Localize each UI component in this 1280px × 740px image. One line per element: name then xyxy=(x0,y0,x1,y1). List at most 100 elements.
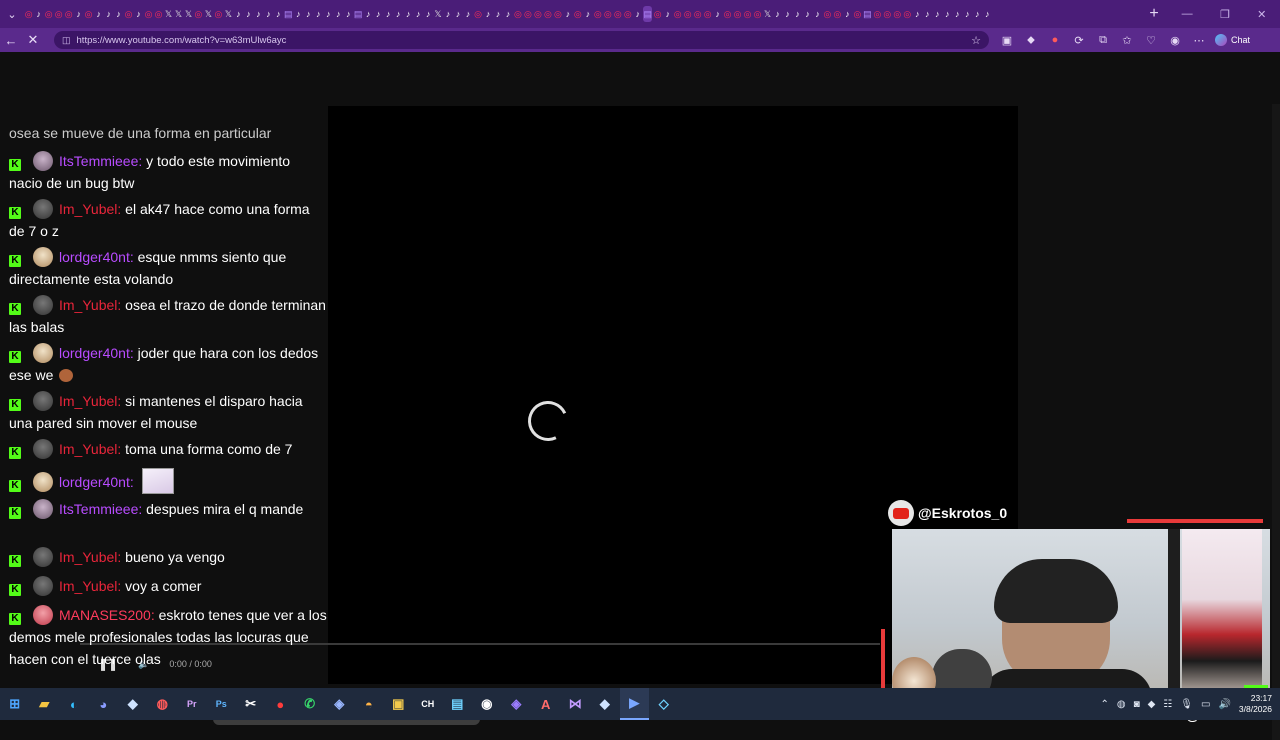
youtube-tab-icon[interactable]: ◎ xyxy=(853,6,862,22)
youtube-tab-icon[interactable]: ◎ xyxy=(54,6,63,22)
youtube-tab-icon[interactable]: ◎ xyxy=(593,6,602,22)
youtube-tab-icon[interactable]: ◎ xyxy=(893,6,902,22)
youtube-tab-icon[interactable]: ◎ xyxy=(124,6,133,22)
youtube-tab-icon[interactable]: ◎ xyxy=(543,6,552,22)
tiktok-tab-icon[interactable]: ♪ xyxy=(94,6,103,22)
youtube-tab-icon[interactable]: ◎ xyxy=(703,6,712,22)
tiktok-tab-icon[interactable]: ♪ xyxy=(393,6,402,22)
chat-avatar[interactable] xyxy=(33,247,53,267)
extension-icon[interactable]: ⟳ xyxy=(1067,34,1091,47)
youtube-tab-icon[interactable]: ◎ xyxy=(553,6,562,22)
network-icon[interactable]: ☷ xyxy=(1163,699,1172,710)
tiktok-tab-icon[interactable]: ♪ xyxy=(134,6,143,22)
tiktok-tab-icon[interactable]: ♪ xyxy=(563,6,572,22)
tiktok-tab-icon[interactable]: ♪ xyxy=(713,6,722,22)
discord-tray-icon[interactable]: ◙ xyxy=(1134,699,1140,710)
youtube-tab-icon[interactable]: ◎ xyxy=(743,6,752,22)
tiktok-tab-icon[interactable]: ♪ xyxy=(383,6,392,22)
start-icon[interactable]: ⊞ xyxy=(0,688,30,720)
chat-avatar[interactable] xyxy=(33,499,53,519)
tiktok-tab-icon[interactable]: ♪ xyxy=(403,6,412,22)
youtube-tab-icon[interactable]: ◎ xyxy=(823,6,832,22)
tiktok-tab-icon[interactable]: ♪ xyxy=(34,6,43,22)
tiktok-tab-icon[interactable]: ♪ xyxy=(304,6,313,22)
chrome-dev-icon[interactable]: CH xyxy=(413,688,443,720)
tiktok-tab-icon[interactable]: ♪ xyxy=(314,6,323,22)
tiktok-tab-icon[interactable]: ♪ xyxy=(943,6,952,22)
chat-username[interactable]: Im_Yubel: xyxy=(59,441,121,457)
chat-username[interactable]: Im_Yubel: xyxy=(59,549,121,565)
chat-username[interactable]: ItsTemmieee: xyxy=(59,153,142,169)
tiktok-tab-icon[interactable]: ♪ xyxy=(843,6,852,22)
steam-tray-icon[interactable]: ◆ xyxy=(1148,699,1156,710)
tiktok-tab-icon[interactable]: ♪ xyxy=(913,6,922,22)
whatsapp-icon[interactable]: ✆ xyxy=(295,688,325,720)
x-tab-icon[interactable]: 𝕏 xyxy=(174,6,183,22)
chat-avatar[interactable] xyxy=(33,439,53,459)
chat-username[interactable]: lordger40nt: xyxy=(59,474,134,490)
edge-icon[interactable]: ◐ xyxy=(59,688,89,720)
x-tab-icon[interactable]: 𝕏 xyxy=(224,6,233,22)
youtube-tab-icon[interactable]: ◎ xyxy=(833,6,842,22)
volume-tray-icon[interactable]: 🔊 xyxy=(1218,699,1230,710)
tiktok-tab-icon[interactable]: ♪ xyxy=(443,6,452,22)
tiktok-tab-icon[interactable]: ♪ xyxy=(773,6,782,22)
tiktok-tab-icon[interactable]: ♪ xyxy=(963,6,972,22)
premiere-icon[interactable]: Pr xyxy=(177,688,207,720)
tiktok-tab-icon[interactable]: ♪ xyxy=(294,6,303,22)
tab-search-icon[interactable]: ⌄ xyxy=(0,0,24,28)
youtube-tab-icon[interactable]: ◎ xyxy=(723,6,732,22)
youtube-tab-icon[interactable]: ◎ xyxy=(613,6,622,22)
record-icon[interactable]: ● xyxy=(266,688,296,720)
chat-username[interactable]: Im_Yubel: xyxy=(59,297,121,313)
youtube-tab-icon[interactable]: ◎ xyxy=(753,6,762,22)
back-icon[interactable]: ← xyxy=(0,33,22,48)
tiktok-tab-icon[interactable]: ♪ xyxy=(483,6,492,22)
close-icon[interactable]: ✕ xyxy=(1257,8,1266,21)
tiktok-tab-icon[interactable]: ♪ xyxy=(74,6,83,22)
obs-icon[interactable]: ◉ xyxy=(472,688,502,720)
chat-avatar[interactable] xyxy=(33,151,53,171)
tiktok-tab-icon[interactable]: ♪ xyxy=(324,6,333,22)
x-tab-icon[interactable]: 𝕏 xyxy=(184,6,193,22)
tiktok-tab-icon[interactable]: ♪ xyxy=(813,6,822,22)
twitch-tab-icon[interactable]: ▤ xyxy=(284,6,293,22)
extension-icon[interactable]: ▣ xyxy=(995,34,1019,47)
chat-avatar[interactable] xyxy=(33,472,53,492)
youtube-tab-icon[interactable]: ◎ xyxy=(214,6,223,22)
site-info-icon[interactable]: ◫ xyxy=(62,35,71,46)
file-explorer-icon[interactable]: ▰ xyxy=(30,688,60,720)
tiktok-tab-icon[interactable]: ♪ xyxy=(234,6,243,22)
tiktok-tab-icon[interactable]: ♪ xyxy=(264,6,273,22)
acrobat-icon[interactable]: A xyxy=(531,688,561,720)
youtube-tab-icon[interactable]: ◎ xyxy=(693,6,702,22)
wallpaper-icon[interactable]: ▤ xyxy=(443,688,473,720)
chat-username[interactable]: Im_Yubel: xyxy=(59,393,121,409)
minimize-icon[interactable]: — xyxy=(1182,8,1193,21)
chrome-tray-icon[interactable]: ◍ xyxy=(1117,699,1126,710)
clock[interactable]: 23:17 3/8/2026 xyxy=(1239,693,1272,715)
tiktok-tab-icon[interactable]: ♪ xyxy=(423,6,432,22)
tiktok-tab-icon[interactable]: ♪ xyxy=(953,6,962,22)
tiktok-tab-icon[interactable]: ♪ xyxy=(923,6,932,22)
tiktok-tab-icon[interactable]: ♪ xyxy=(783,6,792,22)
x-tab-icon[interactable]: 𝕏 xyxy=(763,6,772,22)
app-icon[interactable]: ◓ xyxy=(354,688,384,720)
chat-avatar[interactable] xyxy=(33,199,53,219)
tiktok-tab-icon[interactable]: ♪ xyxy=(493,6,502,22)
microphone-icon[interactable]: 🎙 xyxy=(1180,699,1193,710)
youtube-tab-icon[interactable]: ◎ xyxy=(603,6,612,22)
youtube-tab-icon[interactable]: ◎ xyxy=(873,6,882,22)
youtube-tab-icon[interactable]: ◎ xyxy=(473,6,482,22)
app2-icon[interactable]: ◈ xyxy=(502,688,532,720)
chat-username[interactable]: Im_Yubel: xyxy=(59,201,121,217)
visual-studio-icon[interactable]: ⋈ xyxy=(561,688,591,720)
chat-username[interactable]: ItsTemmieee: xyxy=(59,501,142,517)
new-tab-button[interactable]: + xyxy=(1140,5,1168,23)
tiktok-tab-icon[interactable]: ♪ xyxy=(114,6,123,22)
youtube-tab-icon[interactable]: ◎ xyxy=(44,6,53,22)
tiktok-tab-icon[interactable]: ♪ xyxy=(973,6,982,22)
youtube-tab-icon[interactable]: ◎ xyxy=(154,6,163,22)
extension-icon[interactable]: ♡ xyxy=(1139,34,1163,47)
tiktok-tab-icon[interactable]: ♪ xyxy=(334,6,343,22)
